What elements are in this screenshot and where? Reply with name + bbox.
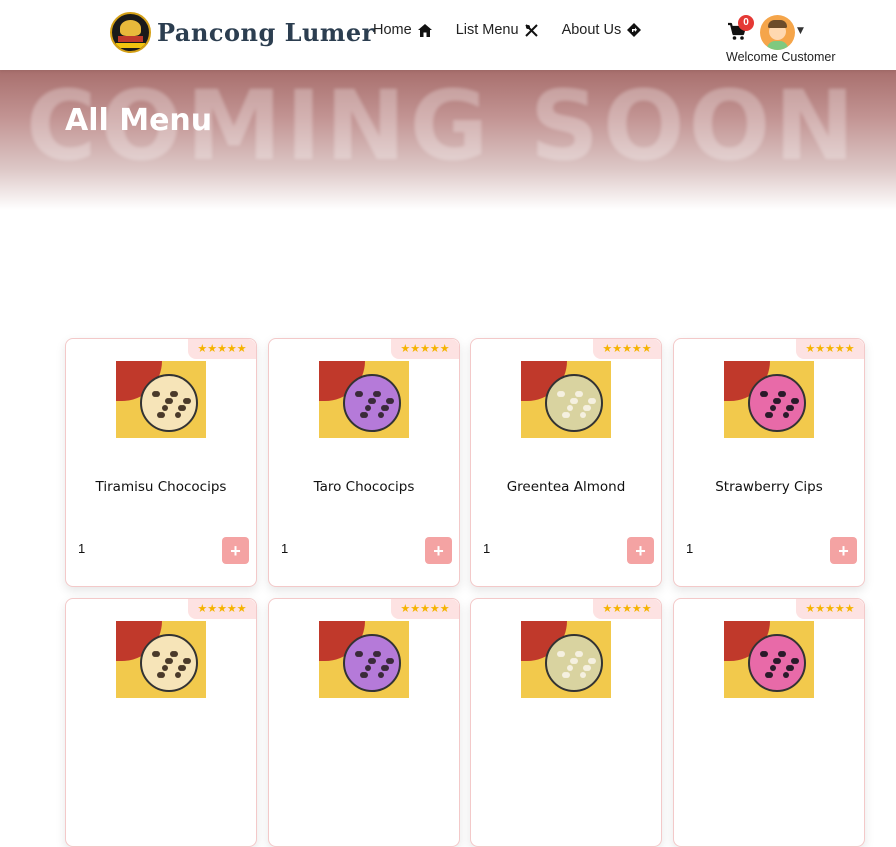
- nav-about-us[interactable]: About Us: [562, 22, 642, 38]
- rating-stars: ★★★★★: [188, 599, 256, 619]
- home-icon: [417, 23, 432, 37]
- product-name: Tiramisu Chococips: [95, 479, 227, 495]
- navbar: Pancong Lumer Home List Menu About Us 0 …: [0, 0, 896, 70]
- add-to-cart-button[interactable]: +: [222, 537, 249, 564]
- rating-stars: ★★★★★: [796, 599, 864, 619]
- utensils-icon: [524, 23, 538, 37]
- hero-banner: COMING SOON All Menu: [0, 70, 896, 210]
- rating-stars: ★★★★★: [391, 599, 459, 619]
- product-image: [724, 621, 814, 698]
- menu-card[interactable]: ★★★★★: [470, 598, 662, 847]
- product-image: [116, 361, 206, 438]
- nav-list-menu[interactable]: List Menu: [456, 22, 538, 38]
- welcome-text: Welcome Customer: [726, 50, 836, 64]
- nav-about-label: About Us: [561, 22, 622, 38]
- quantity-value: 1: [78, 541, 86, 556]
- menu-card[interactable]: ★★★★★: [65, 598, 257, 847]
- product-name: Strawberry Cips: [715, 479, 823, 495]
- menu-card[interactable]: ★★★★★ Tiramisu Chococips 1 +: [65, 338, 257, 587]
- nav-home-label: Home: [373, 22, 412, 38]
- add-to-cart-button[interactable]: +: [425, 537, 452, 564]
- avatar[interactable]: [760, 15, 795, 50]
- menu-card[interactable]: ★★★★★ Strawberry Cips 1 +: [673, 338, 865, 587]
- quantity-value: 1: [281, 541, 289, 556]
- rating-stars: ★★★★★: [188, 339, 256, 359]
- cart-count-badge: 0: [738, 15, 754, 31]
- chevron-down-icon[interactable]: ▼: [797, 26, 804, 36]
- menu-card[interactable]: ★★★★★ Greentea Almond 1 +: [470, 338, 662, 587]
- rating-stars: ★★★★★: [593, 599, 661, 619]
- product-image: [724, 361, 814, 438]
- nav-links: Home List Menu About Us: [373, 22, 665, 38]
- rating-stars: ★★★★★: [796, 339, 864, 359]
- nav-list-menu-label: List Menu: [455, 22, 519, 38]
- directions-icon: [627, 23, 642, 37]
- add-to-cart-button[interactable]: +: [627, 537, 654, 564]
- quantity-value: 1: [686, 541, 694, 556]
- nav-home[interactable]: Home: [373, 22, 432, 38]
- product-image: [116, 621, 206, 698]
- add-to-cart-button[interactable]: +: [830, 537, 857, 564]
- rating-stars: ★★★★★: [391, 339, 459, 359]
- product-image: [521, 621, 611, 698]
- menu-card[interactable]: ★★★★★: [268, 598, 460, 847]
- logo: [110, 12, 151, 53]
- product-name: Greentea Almond: [506, 479, 626, 495]
- menu-card[interactable]: ★★★★★ Taro Chococips 1 +: [268, 338, 460, 587]
- menu-card[interactable]: ★★★★★: [673, 598, 865, 847]
- product-image: [319, 361, 409, 438]
- rating-stars: ★★★★★: [593, 339, 661, 359]
- quantity-value: 1: [483, 541, 491, 556]
- product-image: [521, 361, 611, 438]
- brand-name: Pancong Lumer: [157, 18, 375, 47]
- product-image: [319, 621, 409, 698]
- brand[interactable]: Pancong Lumer: [110, 12, 375, 53]
- page-title: All Menu: [65, 103, 213, 138]
- product-name: Taro Chococips: [313, 479, 415, 495]
